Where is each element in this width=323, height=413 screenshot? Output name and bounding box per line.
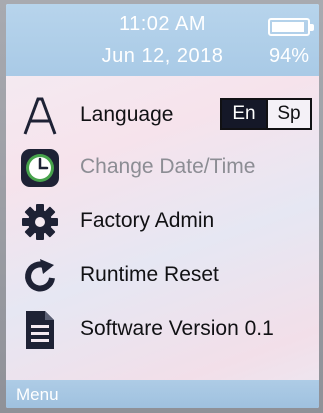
battery-fill [272, 22, 304, 32]
footer-bar: Menu [6, 380, 319, 408]
status-header: 11:02 AM Jun 12, 2018 94% [6, 4, 319, 76]
battery-percent: 94% [268, 45, 309, 67]
language-option-en[interactable]: En [222, 100, 266, 128]
refresh-icon [20, 256, 60, 296]
letter-a-icon [20, 96, 60, 136]
menu-item-label: Software Version 0.1 [80, 317, 274, 340]
document-icon [20, 310, 60, 350]
menu-item-software-version[interactable]: Software Version 0.1 [6, 304, 319, 354]
gear-icon [20, 202, 60, 242]
language-toggle: En Sp [220, 98, 312, 130]
menu-item-change-date-time[interactable]: Change Date/Time [6, 142, 319, 192]
menu-item-label: Change Date/Time [80, 155, 256, 178]
menu-item-label: Language [80, 103, 174, 126]
menu-item-factory-admin[interactable]: Factory Admin [6, 196, 319, 246]
menu-item-label: Factory Admin [80, 209, 215, 232]
device-screen: 11:02 AM Jun 12, 2018 94% Language En Sp [6, 4, 319, 408]
language-option-sp[interactable]: Sp [266, 100, 310, 128]
battery-icon [268, 18, 314, 36]
menu-item-label: Runtime Reset [80, 263, 219, 286]
footer-menu-label[interactable]: Menu [16, 385, 59, 405]
menu-item-runtime-reset[interactable]: Runtime Reset [6, 250, 319, 300]
clock-icon [20, 148, 60, 188]
menu-item-language[interactable]: Language En Sp [6, 90, 319, 140]
